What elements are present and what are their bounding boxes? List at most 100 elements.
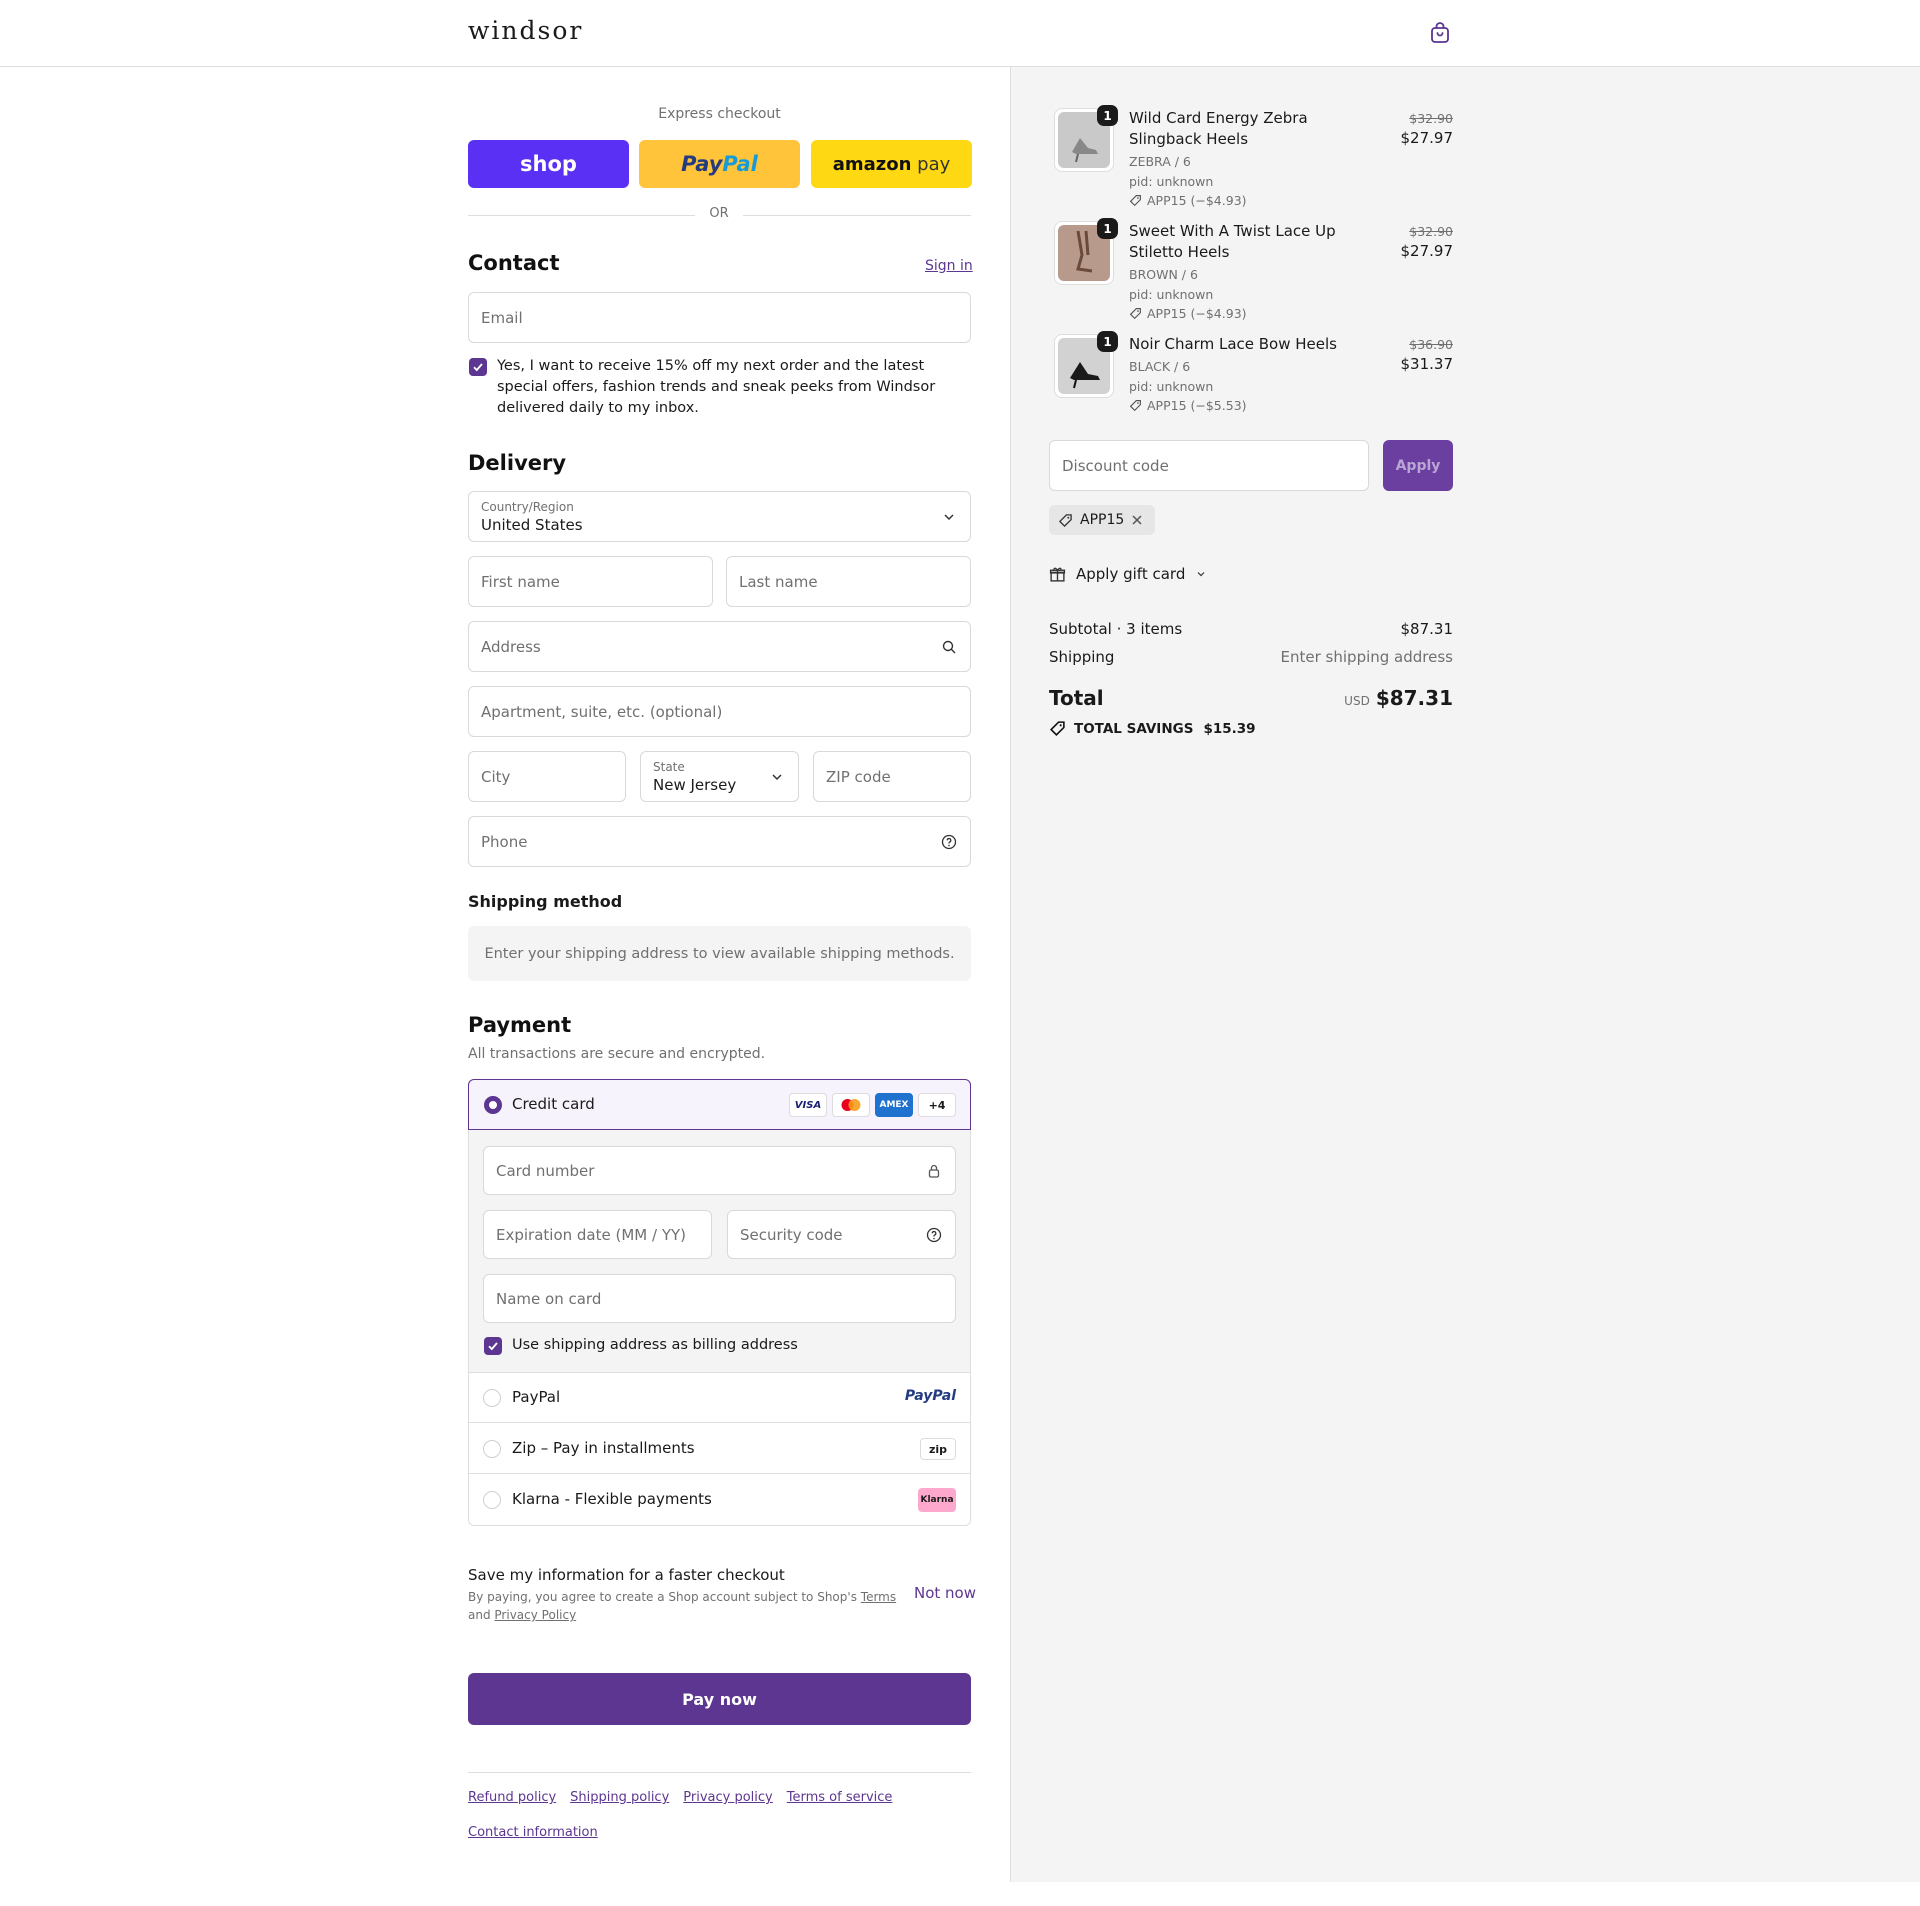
- shipping-label: Shipping: [1049, 648, 1115, 666]
- paypal-express-button[interactable]: PayPal: [639, 140, 800, 188]
- search-icon: [942, 640, 956, 653]
- more-cards-badge: +4: [918, 1093, 956, 1117]
- address-placeholder: Address: [481, 637, 541, 656]
- card-number-field[interactable]: Card number: [483, 1146, 956, 1195]
- security-code-field[interactable]: Security code: [727, 1210, 956, 1259]
- terms-of-service-link[interactable]: Terms of service: [787, 1790, 893, 1805]
- delivery-heading: Delivery: [468, 451, 567, 475]
- applied-code: APP15: [1080, 512, 1125, 528]
- credit-card-option[interactable]: Credit card VISA AMEX +4: [468, 1079, 971, 1130]
- privacy-policy-footer-link[interactable]: Privacy policy: [683, 1790, 772, 1805]
- tag-icon: [1129, 400, 1141, 412]
- billing-same-checkbox[interactable]: [484, 1337, 502, 1355]
- cart-item: 1 Wild Card Energy Zebra Slingback Heels…: [1011, 105, 1453, 212]
- apply-gift-card-label: Apply gift card: [1076, 565, 1186, 583]
- cart-item: 1 Sweet With A Twist Lace Up Stiletto He…: [1011, 218, 1454, 325]
- item-discount: APP15 (−$4.93): [1129, 193, 1247, 208]
- newsletter-checkbox[interactable]: [469, 358, 487, 376]
- brand-logo[interactable]: windsor: [468, 16, 583, 45]
- state-select[interactable]: State New Jersey: [640, 751, 799, 802]
- phone-field[interactable]: Phone: [468, 816, 971, 867]
- subtotal-row: Subtotal · 3 items $87.31: [1049, 620, 1453, 638]
- zip-payment-option[interactable]: Zip – Pay in installments zip: [468, 1424, 971, 1474]
- item-pid: pid: unknown: [1129, 379, 1214, 394]
- paypal-payment-option[interactable]: PayPal PayPal: [468, 1373, 971, 1423]
- shipping-value: Enter shipping address: [1280, 648, 1453, 666]
- expiration-field[interactable]: Expiration date (MM / YY): [483, 1210, 712, 1259]
- security-code-placeholder: Security code: [740, 1225, 843, 1244]
- shipping-method-notice: Enter your shipping address to view avai…: [468, 926, 971, 981]
- item-original-price: $32.90: [1409, 224, 1453, 239]
- divider-right: [743, 215, 971, 216]
- zip-field[interactable]: ZIP code: [813, 751, 971, 802]
- refund-policy-link[interactable]: Refund policy: [468, 1790, 556, 1805]
- tag-icon: [1049, 721, 1065, 737]
- sign-in-link[interactable]: Sign in: [925, 258, 973, 274]
- shopping-bag-icon[interactable]: [1428, 21, 1452, 45]
- shipping-policy-link[interactable]: Shipping policy: [570, 1790, 669, 1805]
- name-on-card-field[interactable]: Name on card: [483, 1274, 956, 1323]
- cart-item: 1 Noir Charm Lace Bow Heels BLACK / 6 pi…: [1011, 331, 1453, 424]
- amazon-pay-button[interactable]: amazon pay: [811, 140, 972, 188]
- chevron-down-icon: [772, 773, 782, 780]
- currency-code: USD: [1344, 694, 1370, 708]
- lock-icon: [928, 1164, 940, 1178]
- item-variant: BROWN / 6: [1129, 267, 1198, 282]
- credit-card-label: Credit card: [512, 1095, 595, 1113]
- item-pid: pid: unknown: [1129, 287, 1214, 302]
- terms-link[interactable]: Terms: [861, 1590, 896, 1604]
- country-label: Country/Region: [481, 500, 574, 514]
- klarna-option-label: Klarna - Flexible payments: [512, 1490, 712, 1508]
- applied-discount-chip: APP15: [1049, 505, 1156, 535]
- total-value: $87.31: [1375, 686, 1453, 710]
- apply-gift-card-toggle[interactable]: Apply gift card: [1049, 565, 1207, 583]
- city-field[interactable]: City: [468, 751, 626, 802]
- first-name-field[interactable]: First name: [468, 556, 713, 607]
- last-name-field[interactable]: Last name: [726, 556, 971, 607]
- privacy-policy-link[interactable]: Privacy Policy: [494, 1608, 576, 1622]
- order-summary: 1 Wild Card Energy Zebra Slingback Heels…: [1010, 67, 1920, 1882]
- paypal-radio[interactable]: [483, 1389, 501, 1407]
- item-price: $27.97: [1400, 242, 1454, 260]
- close-icon[interactable]: [1131, 514, 1143, 526]
- zip-logo: zip: [920, 1438, 956, 1460]
- klarna-payment-option[interactable]: Klarna - Flexible payments Klarna: [468, 1475, 971, 1525]
- help-circle-icon[interactable]: [941, 834, 957, 850]
- credit-card-form: Card number Expiration date (MM / YY) Se…: [469, 1130, 970, 1373]
- first-name-placeholder: First name: [481, 572, 560, 591]
- divider-left: [468, 215, 695, 216]
- mastercard-icon: [841, 1099, 861, 1111]
- apply-label: Apply: [1395, 457, 1441, 474]
- help-circle-icon[interactable]: [926, 1227, 942, 1243]
- apply-discount-button[interactable]: Apply: [1383, 440, 1453, 491]
- paypal-logo: PayPal: [904, 1388, 956, 1404]
- item-original-price: $36.90: [1409, 337, 1453, 352]
- item-discount: APP15 (−$5.53): [1129, 398, 1247, 413]
- total-amount: USD $87.31: [1344, 686, 1453, 710]
- credit-card-radio[interactable]: [484, 1096, 502, 1114]
- apartment-field[interactable]: Apartment, suite, etc. (optional): [468, 686, 971, 737]
- pay-now-label: Pay now: [682, 1689, 757, 1709]
- name-on-card-placeholder: Name on card: [496, 1289, 602, 1308]
- footer-links: Refund policy Shipping policy Privacy po…: [468, 1790, 892, 1805]
- zip-radio[interactable]: [483, 1440, 501, 1458]
- city-placeholder: City: [481, 767, 511, 786]
- klarna-radio[interactable]: [483, 1491, 501, 1509]
- chevron-down-icon: [1197, 572, 1205, 577]
- shipping-notice-text: Enter your shipping address to view avai…: [484, 945, 955, 962]
- discount-code-field[interactable]: Discount code: [1049, 440, 1369, 491]
- check-icon: [488, 1342, 498, 1351]
- state-label: State: [653, 760, 685, 774]
- country-select[interactable]: Country/Region United States: [468, 491, 971, 542]
- country-value: United States: [481, 516, 583, 534]
- express-checkout-title: Express checkout: [658, 106, 781, 122]
- email-field[interactable]: Email: [468, 292, 971, 343]
- contact-information-link[interactable]: Contact information: [468, 1825, 598, 1840]
- zip-option-label: Zip – Pay in installments: [512, 1439, 695, 1457]
- pay-now-button[interactable]: Pay now: [468, 1673, 971, 1725]
- total-savings: TOTAL SAVINGS $15.39: [1049, 720, 1256, 737]
- footer-divider: [468, 1772, 971, 1773]
- address-field[interactable]: Address: [468, 621, 971, 672]
- shop-pay-button[interactable]: shop: [468, 140, 629, 188]
- not-now-link[interactable]: Not now: [914, 1584, 976, 1602]
